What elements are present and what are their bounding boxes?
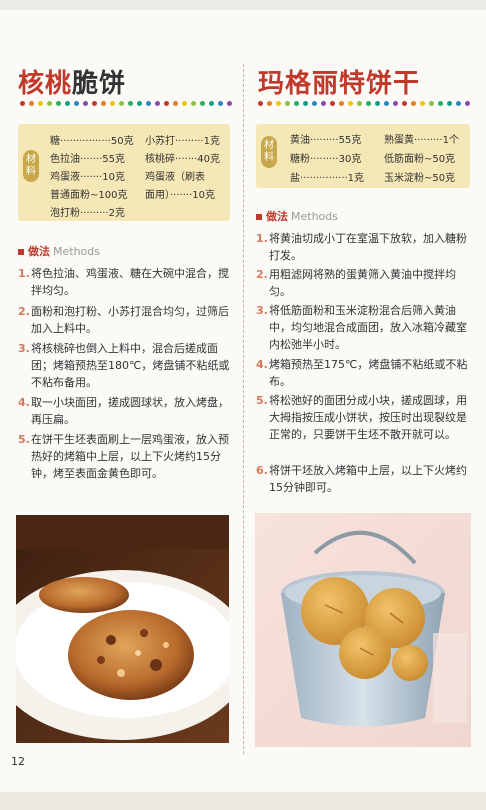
left-ingredients-box: 材料 糖················50克 小苏打·········1克 色… (18, 124, 230, 221)
right-step-6: 6. 将饼干坯放入烤箱中上层，以上下火烤约15分钟即可。 (256, 464, 467, 494)
left-title-part2: 脆饼 (72, 69, 127, 99)
left-title-dots (20, 101, 232, 109)
left-step-3: 3. 将核桃碎也倒入上料中，混合后搓成面团；烤箱预热至180℃，烤盘铺不粘纸或不粘… (18, 342, 230, 389)
left-methods-heading: 做法 Methods (18, 243, 100, 259)
ingredient-item: 色拉油·······55克 (50, 154, 125, 165)
walnut-cookie-illustration (16, 515, 229, 743)
right-step-5: 5. 将松弛好的面团分成小块，搓成圆球，用大拇指按压成小饼状，按压时出现裂纹是正常… (256, 394, 467, 441)
walnut-cookie-photo (16, 515, 229, 743)
left-recipe-title: 核桃脆饼 (18, 63, 126, 100)
left-step-2: 2. 面粉和泡打粉、小苏打混合均匀，过筛后加入上料中。 (18, 305, 229, 335)
right-recipe-title: 玛格丽特饼干 (258, 69, 421, 99)
square-bullet-icon (18, 249, 24, 255)
ingredient-item: 糖················50克 (50, 136, 134, 147)
left-step-5: 5. 在饼干生坯表面刷上一层鸡蛋液，放入预热好的烤箱中上层，以上下火烤约15分钟，… (18, 433, 229, 480)
ingredient-item: 玉米淀粉~50克 (384, 173, 456, 184)
left-step-4: 4. 取一小块面团，搓成圆球状，放入烤盘，再压扁。 (18, 396, 229, 426)
left-step-1: 1. 将色拉油、鸡蛋液、糖在大碗中混合，搅拌均匀。 (18, 267, 229, 297)
ingredient-item: 黄油·········55克 (290, 135, 362, 146)
right-step-2: 2. 用粗滤网将熟的蛋黄筛入黄油中搅拌均匀。 (256, 268, 456, 298)
ingredient-item: 小苏打·········1克 (145, 136, 220, 147)
ingredient-item: 盐···············1克 (290, 173, 365, 184)
right-step-3: 3. 将低筋面粉和玉米淀粉混合后筛入黄油中，均匀地混合成面团，放入冰箱冷藏室内松弛… (256, 304, 467, 351)
column-divider (243, 64, 244, 754)
ingredients-tag: 材料 (23, 150, 39, 182)
ingredient-item: 鸡蛋液·······10克 (50, 172, 125, 183)
margherita-cookie-photo (255, 513, 471, 747)
ingredient-item: 熟蛋黄·········1个 (384, 135, 459, 146)
cookie-bucket-illustration (255, 513, 471, 747)
ingredient-item: 面用）·······10克 (145, 190, 215, 201)
ingredient-item: 普通面粉~100克 (50, 190, 128, 201)
right-methods-heading: 做法 Methods (256, 208, 338, 224)
right-ingredients-box: 材料 黄油·········55克 熟蛋黄·········1个 糖粉·····… (256, 124, 470, 188)
right-step-4: 4. 烤箱预热至175℃，烤盘铺不粘纸或不粘布。 (256, 358, 468, 388)
page-number: 12 (11, 755, 25, 768)
right-title-dots (258, 101, 470, 109)
top-scan-edge (0, 0, 486, 10)
ingredient-item: 糖粉·········30克 (290, 154, 362, 165)
ingredient-item: 泡打粉·········2克 (50, 208, 125, 219)
bottom-scan-edge (0, 792, 486, 810)
ingredients-tag: 材料 (261, 136, 277, 168)
recipe-page: 核桃脆饼 材料 糖················50克 小苏打········… (0, 0, 486, 810)
ingredient-item: 低筋面粉~50克 (384, 154, 456, 165)
left-title-part1: 核桃 (18, 69, 73, 99)
ingredient-item: 鸡蛋液（刷表 (145, 172, 205, 183)
ingredient-item: 核桃碎·······40克 (145, 154, 220, 165)
right-step-1: 1. 将黄油切成小丁在室温下放软，加入糖粉打发。 (256, 232, 467, 262)
square-bullet-icon (256, 214, 262, 220)
